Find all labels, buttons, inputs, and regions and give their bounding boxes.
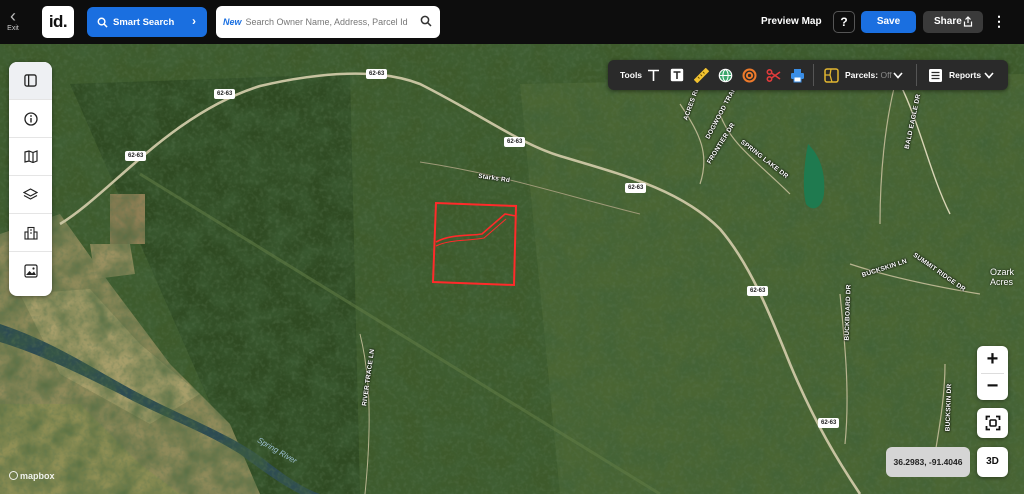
image-icon (23, 264, 38, 278)
place-label: Ozark (990, 267, 1015, 277)
search-icon[interactable] (420, 15, 432, 27)
chevron-right-icon: › (192, 14, 196, 28)
imagery-button[interactable] (9, 252, 52, 290)
search-input[interactable]: New Search Owner Name, Address, Parcel I… (216, 6, 440, 38)
ruler-icon (693, 67, 709, 83)
search-icon (97, 17, 108, 28)
zoom-control: + − (977, 346, 1008, 400)
chevron-down-icon (893, 71, 903, 79)
zoom-in-button[interactable]: + (977, 346, 1008, 373)
coordinates-readout: 36.2983, -91.4046 (886, 447, 970, 477)
route-shield: 62-63 (125, 151, 147, 161)
zoom-out-button[interactable]: − (977, 373, 1008, 400)
parcels-toggle-button[interactable] (823, 67, 839, 83)
tools-label: Tools (620, 70, 643, 80)
search-new-tag: New (223, 17, 242, 27)
exit-button[interactable]: ‹ Exit (2, 6, 24, 38)
focus-frame-icon (985, 415, 1000, 431)
tools-bar: Tools Parcels: Off Reports (608, 60, 1008, 90)
left-toolbar (9, 62, 52, 296)
layers-icon (23, 188, 38, 200)
share-button[interactable]: Share (923, 11, 983, 33)
map-button[interactable] (9, 138, 52, 176)
info-button[interactable] (9, 100, 52, 138)
preview-map-button[interactable]: Preview Map (761, 16, 822, 27)
route-shield: 62-63 (747, 286, 769, 296)
top-bar: ‹ Exit id. Smart Search › New Search Own… (0, 0, 1024, 44)
text-icon (647, 69, 659, 81)
split-tool-button[interactable] (765, 67, 781, 83)
place-label: Acres (990, 277, 1014, 287)
buildings-icon (23, 226, 38, 240)
radius-icon (742, 68, 756, 82)
mapbox-icon (9, 471, 18, 480)
logo-text: id. (48, 12, 68, 31)
text-tool-button[interactable] (645, 67, 661, 83)
parcel-icon (823, 67, 839, 83)
text-box-tool-button[interactable] (669, 67, 685, 83)
help-button[interactable]: ? (833, 11, 855, 33)
smart-search-label: Smart Search (113, 16, 175, 28)
info-icon (23, 111, 38, 126)
panel-toggle-button[interactable] (9, 62, 52, 100)
smart-search-button[interactable]: Smart Search › (87, 7, 207, 37)
route-shield: 62-63 (625, 183, 647, 193)
parcels-label: Parcels: (845, 70, 879, 80)
scissors-icon (765, 68, 780, 82)
reports-dropdown[interactable] (981, 67, 997, 83)
chevron-left-icon: ‹ (10, 6, 16, 26)
buildings-button[interactable] (9, 214, 52, 252)
measure-tool-button[interactable] (693, 67, 709, 83)
share-label: Share (934, 16, 962, 27)
layers-button[interactable] (9, 176, 52, 214)
globe-icon (718, 68, 732, 82)
chevron-down-icon (984, 71, 994, 79)
reports-icon (928, 68, 942, 82)
save-button[interactable]: Save (861, 11, 916, 33)
tools-divider (916, 64, 917, 86)
radius-tool-button[interactable] (741, 67, 757, 83)
print-tool-button[interactable] (789, 67, 805, 83)
fit-bounds-button[interactable] (977, 408, 1008, 438)
tools-divider (813, 64, 814, 86)
parcels-toggle[interactable]: Parcels: Off (845, 60, 892, 90)
reports-label[interactable]: Reports (949, 60, 981, 90)
route-shield: 62-63 (214, 89, 236, 99)
satellite-map[interactable]: 62-63 62-63 62-63 62-63 62-63 62-63 62-6… (0, 44, 1024, 494)
logo[interactable]: id. (42, 6, 74, 38)
panel-icon (24, 74, 37, 87)
reports-icon-button[interactable] (927, 67, 943, 83)
globe-tool-button[interactable] (717, 67, 733, 83)
share-icon (963, 16, 973, 27)
text-box-icon (670, 68, 684, 82)
3d-toggle-button[interactable]: 3D (977, 447, 1008, 477)
mapbox-logo: mapbox (9, 471, 55, 481)
mapbox-text: mapbox (20, 471, 55, 481)
search-placeholder: Search Owner Name, Address, Parcel Id (245, 17, 408, 27)
more-menu-icon[interactable]: ⋮ (992, 12, 1006, 32)
route-shield: 62-63 (366, 69, 388, 79)
parcels-dropdown[interactable] (890, 67, 906, 83)
map-icon (23, 150, 38, 163)
route-shield: 62-63 (504, 137, 526, 147)
print-icon (790, 68, 804, 82)
route-shield: 62-63 (818, 418, 840, 428)
exit-label: Exit (7, 25, 19, 32)
